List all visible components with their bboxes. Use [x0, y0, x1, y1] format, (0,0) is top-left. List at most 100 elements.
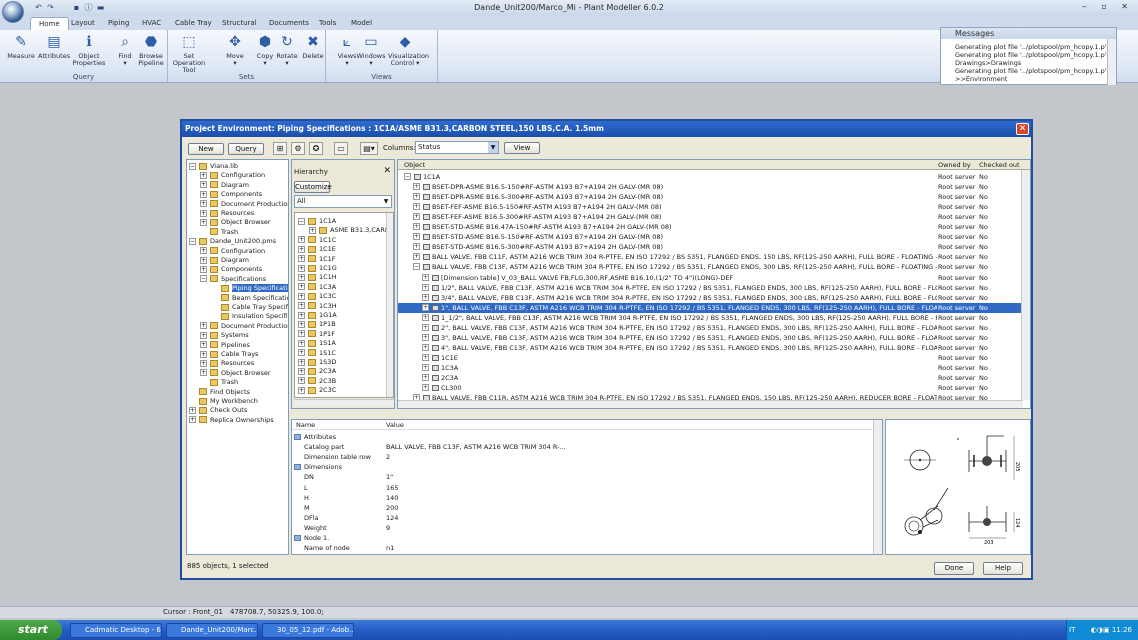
expand-icon[interactable]: +	[298, 367, 305, 375]
tree-item[interactable]: + Components	[200, 190, 262, 199]
taskbar-item[interactable]: 30_05_12.pdf - Adob...	[262, 623, 354, 638]
expand-icon[interactable]: +	[200, 247, 207, 255]
tree-item[interactable]: − Specifications	[200, 275, 266, 284]
property-row[interactable]: Name of node n1	[292, 543, 872, 553]
expand-icon[interactable]: +	[422, 374, 429, 381]
table-row[interactable]: − 1C1A Root server No	[398, 172, 1023, 182]
expand-icon[interactable]: +	[298, 245, 305, 253]
tree-item[interactable]: + Pipelines	[200, 341, 250, 350]
expand-icon[interactable]: −	[404, 173, 411, 180]
table-row[interactable]: +1C1E Root server No	[398, 353, 1023, 363]
tray-icons[interactable]: ◐◑▣	[1078, 620, 1110, 640]
expand-icon[interactable]: +	[422, 313, 429, 321]
hierarchy-item[interactable]: +1C1F	[298, 255, 336, 264]
tree-item[interactable]: + Cable Trays	[200, 350, 258, 359]
table-row[interactable]: +1/2", BALL VALVE, FBB C13F, ASTM A216 W…	[398, 283, 1023, 293]
expand-icon[interactable]: +	[413, 203, 420, 211]
column-owned-by[interactable]: Owned by	[938, 160, 971, 170]
expand-icon[interactable]: +	[422, 353, 429, 361]
save-icon[interactable]: ▪	[72, 3, 81, 12]
expand-icon[interactable]: −	[189, 237, 196, 245]
expand-icon[interactable]: +	[298, 292, 305, 300]
expand-icon[interactable]: +	[413, 233, 420, 241]
columns-select[interactable]: Status ▼	[415, 141, 499, 154]
redo-icon[interactable]: ↷	[46, 3, 55, 12]
query-button[interactable]: Query	[228, 143, 264, 155]
expand-icon[interactable]: +	[200, 181, 207, 189]
expand-icon[interactable]: +	[298, 302, 305, 310]
tree-item[interactable]: + Diagram	[200, 256, 249, 265]
expand-icon[interactable]: +	[298, 264, 305, 272]
tab-structural[interactable]: Structural	[214, 17, 265, 30]
tree-item[interactable]: + Resources	[200, 359, 254, 368]
tree-item[interactable]: My Workbench	[189, 397, 258, 406]
expand-icon[interactable]: −	[200, 275, 207, 283]
hierarchy-item[interactable]: +1P1B	[298, 320, 336, 329]
tree-item[interactable]: + Check Outs	[189, 406, 247, 415]
table-row[interactable]: +2", BALL VALVE, FBB C13F, ASTM A216 WCB…	[398, 323, 1023, 333]
expand-icon[interactable]: +	[413, 183, 420, 191]
expand-icon[interactable]: +	[200, 331, 207, 339]
tab-documents[interactable]: Documents	[261, 17, 317, 30]
expand-icon[interactable]: +	[298, 320, 305, 328]
hierarchy-item[interactable]: +2C3B	[298, 377, 336, 386]
expand-icon[interactable]: +	[298, 283, 305, 291]
expand-icon[interactable]: +	[298, 377, 305, 385]
windows-button[interactable]: ▭ Windows ▾	[354, 33, 388, 67]
hierarchy-vscrollbar[interactable]	[386, 213, 393, 397]
hierarchy-item[interactable]: +1S1C	[298, 349, 336, 358]
expand-icon[interactable]: +	[309, 226, 316, 234]
start-button[interactable]: start	[0, 620, 62, 640]
tree-item[interactable]: + Systems	[200, 331, 249, 340]
expand-icon[interactable]: +	[422, 343, 429, 351]
table-row[interactable]: +2C3A Root server No	[398, 373, 1023, 383]
expand-icon[interactable]: +	[200, 256, 207, 264]
visualization-button[interactable]: ◆ Visualization Control ▾	[388, 33, 429, 67]
done-button[interactable]: Done	[934, 562, 974, 575]
property-row[interactable]: Catalog part BALL VALVE, FBB C13F, ASTM A…	[292, 442, 872, 452]
info-icon[interactable]: ⓘ	[84, 3, 93, 12]
objects-vscrollbar[interactable]	[1021, 170, 1030, 400]
expand-icon[interactable]: +	[200, 322, 207, 330]
hierarchy-item[interactable]: +1C1E	[298, 245, 336, 254]
property-row[interactable]: L 165	[292, 483, 872, 493]
new-button[interactable]: New	[188, 143, 224, 155]
hierarchy-item[interactable]: +1C3C	[298, 292, 336, 301]
property-row[interactable]: Weight 9	[292, 523, 872, 533]
expand-icon[interactable]: +	[298, 311, 305, 319]
expand-icon[interactable]: +	[298, 386, 305, 394]
tree-item[interactable]: Beam Specifications	[211, 294, 288, 303]
info-button[interactable]: ℹ Object Properties	[72, 33, 106, 67]
hierarchy-item[interactable]: + ASME B31.3,CARBC	[309, 226, 393, 235]
column-object[interactable]: Object	[404, 160, 425, 170]
hierarchy-close-icon[interactable]: ✕	[383, 166, 391, 176]
table-row[interactable]: + [Dimension table] V_03_BALL VALVE FB,FL…	[398, 273, 1023, 283]
chevron-down-icon[interactable]: ▼	[488, 142, 498, 153]
table-row[interactable]: + BSET-STD-ASME B16.47A-150#RF-ASTM A193 …	[398, 222, 1023, 232]
property-row[interactable]: Dimension table row 2	[292, 452, 872, 462]
tree-item[interactable]: + Replica Ownerships	[189, 416, 274, 425]
property-row[interactable]: M 200	[292, 503, 872, 513]
expand-icon[interactable]: +	[298, 273, 305, 281]
xyz-button[interactable]: ▤ Attributes	[38, 33, 70, 60]
tab-cable-tray[interactable]: Cable Tray	[167, 17, 220, 30]
expand-icon[interactable]: +	[298, 349, 305, 357]
tab-model[interactable]: Model	[343, 17, 380, 30]
hierarchy-item[interactable]: +1S3D	[298, 358, 336, 367]
table-row[interactable]: + BSET-STD-ASME B16.5-300#RF-ASTM A193 B7…	[398, 242, 1023, 252]
tree-item[interactable]: − Viana.lib	[189, 162, 238, 171]
expand-icon[interactable]: +	[189, 406, 196, 414]
tab-piping[interactable]: Piping	[100, 17, 137, 30]
table-row[interactable]: + CL300 Root server No	[398, 383, 1023, 393]
property-row[interactable]: Node 1.	[292, 533, 872, 543]
expand-icon[interactable]: +	[413, 253, 420, 261]
table-row[interactable]: + BALL VALVE, FBB C11F, ASTM A216 WCB TRI…	[398, 252, 1023, 262]
filter-icon[interactable]: ⚙	[291, 142, 305, 155]
tree-item[interactable]: + Components	[200, 265, 262, 274]
help-button[interactable]: Help	[983, 562, 1023, 575]
hierarchy-item[interactable]: +1P1F	[298, 330, 335, 339]
hierarchy-item[interactable]: +1C3H	[298, 302, 337, 311]
columns-layout-icon[interactable]: ▤▾	[360, 142, 378, 155]
expand-icon[interactable]: +	[422, 303, 429, 311]
expand-icon[interactable]: −	[189, 162, 196, 170]
